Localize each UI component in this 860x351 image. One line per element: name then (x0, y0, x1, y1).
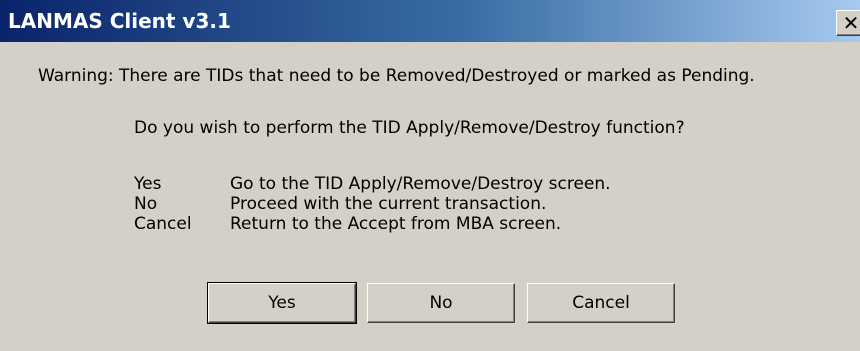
question-message: Do you wish to perform the TID Apply/Rem… (134, 118, 685, 138)
warning-message: Warning: There are TIDs that need to be … (38, 66, 755, 86)
close-icon: ✕ (842, 11, 860, 35)
option-desc-cancel: Return to the Accept from MBA screen. (230, 214, 562, 234)
option-key-yes: Yes (134, 174, 162, 194)
window-title: LANMAS Client v3.1 (8, 9, 231, 33)
option-key-no: No (134, 194, 158, 214)
option-desc-yes: Go to the TID Apply/Remove/Destroy scree… (230, 174, 611, 194)
lanmas-dialog: LANMAS Client v3.1 ✕ Warning: There are … (0, 0, 860, 351)
option-key-cancel: Cancel (134, 214, 192, 234)
title-bar[interactable]: LANMAS Client v3.1 ✕ (0, 0, 860, 42)
close-button[interactable]: ✕ (836, 10, 860, 36)
option-desc-no: Proceed with the current transaction. (230, 194, 547, 214)
cancel-button[interactable]: Cancel (527, 283, 675, 323)
yes-button[interactable]: Yes (207, 282, 357, 324)
no-button[interactable]: No (367, 283, 515, 323)
